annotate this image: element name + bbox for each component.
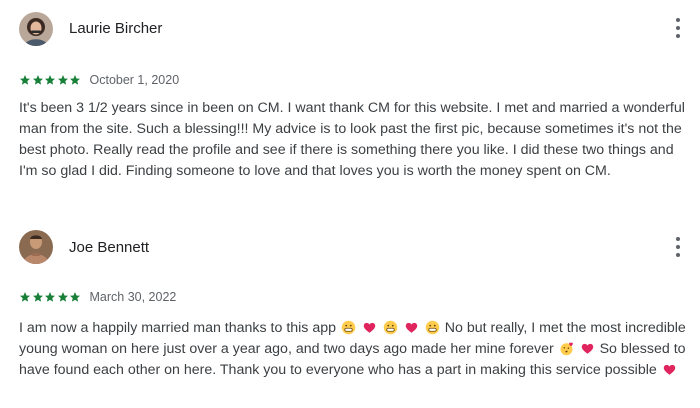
heart-icon [581, 343, 593, 354]
grin-emoji-icon [425, 320, 440, 335]
heart-icon [363, 322, 376, 333]
author-name: Laurie Bircher [69, 20, 163, 37]
more-options-icon[interactable] [670, 237, 686, 257]
star-rating [19, 74, 82, 86]
star-icon [32, 292, 43, 302]
star-icon [57, 75, 68, 85]
review-date: October 1, 2020 [89, 73, 180, 87]
review-meta: March 30, 2022 [19, 290, 176, 304]
avatar[interactable] [19, 230, 53, 264]
kissing-face-with-hearts-icon [560, 342, 573, 356]
star-icon [20, 75, 30, 85]
heart-icon [663, 364, 675, 375]
review-text: It's been 3 1/2 years since in been on C… [19, 100, 685, 179]
star-icon [70, 292, 80, 302]
heart-icon [405, 322, 418, 333]
star-icon [32, 75, 43, 85]
grin-emoji-icon [383, 320, 398, 335]
user-photo-icon [19, 12, 53, 46]
star-rating [19, 291, 82, 303]
user-photo-icon [19, 230, 53, 264]
star-icon [45, 75, 55, 85]
grin-emoji-icon [341, 320, 356, 335]
review-text-part: I am now a happily married man thanks to… [19, 320, 337, 336]
avatar[interactable] [19, 12, 53, 46]
more-options-icon[interactable] [670, 18, 686, 38]
review-text: I am now a happily married man thanks to… [19, 318, 695, 381]
author-name: Joe Bennett [69, 239, 150, 256]
star-icon [57, 292, 68, 302]
review-meta: October 1, 2020 [19, 73, 179, 87]
review-date: March 30, 2022 [89, 290, 177, 304]
star-icon [20, 292, 30, 302]
star-icon [45, 292, 55, 302]
star-icon [70, 75, 80, 85]
